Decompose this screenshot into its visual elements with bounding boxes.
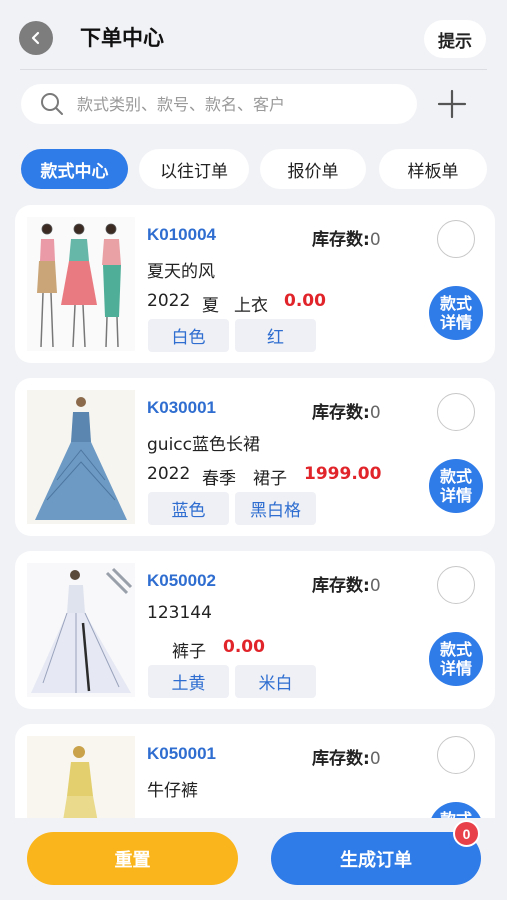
- product-code: K030001: [147, 398, 217, 417]
- product-name: 牛仔裤: [147, 781, 198, 801]
- color-chip[interactable]: 红: [235, 319, 316, 352]
- color-chip[interactable]: 白色: [148, 319, 229, 352]
- product-year: 2022: [147, 291, 191, 311]
- tab-samples[interactable]: 样板单: [379, 149, 487, 189]
- style-detail-button[interactable]: 款式 详情: [429, 286, 483, 340]
- stock-value: 0: [369, 749, 381, 769]
- style-detail-button[interactable]: 款式 详情: [429, 632, 483, 686]
- hint-button[interactable]: 提示: [424, 20, 486, 58]
- add-icon[interactable]: [436, 88, 468, 120]
- stock-value: 0: [369, 403, 381, 423]
- select-checkbox[interactable]: [437, 736, 475, 774]
- product-season: 春季: [202, 469, 236, 489]
- header: 下单中心 提示: [0, 0, 507, 70]
- product-image: [27, 390, 135, 524]
- stock-value: 0: [369, 576, 381, 596]
- product-name: guicc蓝色长裙: [147, 435, 260, 455]
- product-category: 裙子: [253, 469, 287, 489]
- product-card[interactable]: K030001 库存数:0 guicc蓝色长裙 2022 春季 裙子 1999.…: [15, 378, 495, 536]
- color-chip[interactable]: 米白: [235, 665, 316, 698]
- detail-label-line2: 详情: [439, 659, 472, 678]
- stock-label: 库存数:0: [312, 576, 381, 596]
- product-code: K050002: [147, 571, 217, 590]
- search-bar[interactable]: [21, 84, 417, 124]
- product-season: 夏: [202, 296, 219, 316]
- product-category: 裤子: [172, 642, 206, 662]
- select-checkbox[interactable]: [437, 566, 475, 604]
- color-chip[interactable]: 蓝色: [148, 492, 229, 525]
- color-chip[interactable]: 土黄: [148, 665, 229, 698]
- product-name: 123144: [147, 603, 212, 623]
- search-input[interactable]: [77, 94, 397, 114]
- bottom-action-bar: 重置 生成订单 0: [0, 818, 507, 900]
- stock-label: 库存数:0: [312, 230, 381, 250]
- product-price: 0.00: [223, 637, 265, 657]
- order-count-badge: 0: [453, 820, 480, 847]
- stock-label: 库存数:0: [312, 749, 381, 769]
- product-price: 0.00: [284, 291, 326, 311]
- product-year: 2022: [147, 464, 191, 484]
- select-checkbox[interactable]: [437, 393, 475, 431]
- stock-label: 库存数:0: [312, 403, 381, 423]
- tab-quotes[interactable]: 报价单: [260, 149, 366, 189]
- search-icon: [41, 93, 63, 115]
- product-category: 上衣: [234, 296, 268, 316]
- product-image: [27, 563, 135, 697]
- tab-style-center[interactable]: 款式中心: [21, 149, 128, 189]
- reset-button[interactable]: 重置: [27, 832, 238, 885]
- style-detail-button[interactable]: 款式 详情: [429, 459, 483, 513]
- stock-value: 0: [369, 230, 381, 250]
- product-card[interactable]: K050002 库存数:0 123144 裤子 0.00 土黄 米白 款式 详情: [15, 551, 495, 709]
- generate-order-button[interactable]: 生成订单: [271, 832, 481, 885]
- header-divider: [20, 69, 487, 70]
- detail-label-line2: 详情: [439, 313, 472, 332]
- product-price: 1999.00: [304, 464, 382, 484]
- product-card[interactable]: K010004 库存数:0 夏天的风 2022 夏 上衣 0.00 白色 红 款…: [15, 205, 495, 363]
- detail-label-line1: 款式: [439, 294, 472, 313]
- detail-label-line2: 详情: [439, 486, 472, 505]
- product-name: 夏天的风: [147, 262, 215, 282]
- detail-label-line1: 款式: [439, 467, 472, 486]
- detail-label-line1: 款式: [439, 640, 472, 659]
- back-icon: [31, 31, 40, 45]
- page-title: 下单中心: [80, 26, 164, 50]
- back-button[interactable]: [19, 21, 53, 55]
- color-chip[interactable]: 黑白格: [235, 492, 316, 525]
- tab-bar: 款式中心 以往订单 报价单 样板单: [21, 149, 487, 189]
- product-code: K010004: [147, 225, 217, 244]
- product-code: K050001: [147, 744, 217, 763]
- select-checkbox[interactable]: [437, 220, 475, 258]
- product-image: [27, 217, 135, 351]
- tab-past-orders[interactable]: 以往订单: [139, 149, 249, 189]
